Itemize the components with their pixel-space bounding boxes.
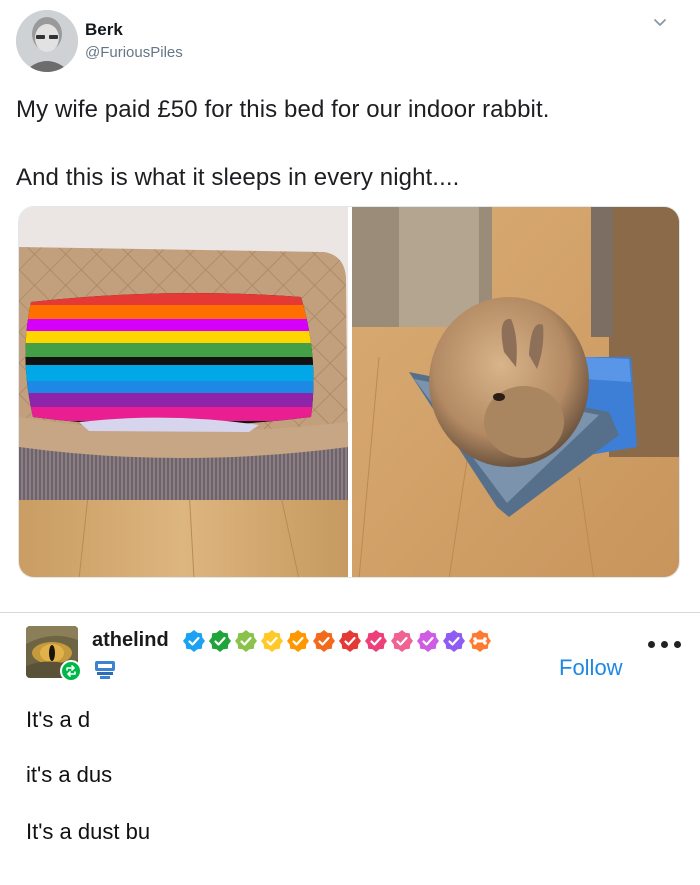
- verified-badge-icon[interactable]: [338, 629, 362, 653]
- verified-badge-icon[interactable]: [390, 629, 414, 653]
- blog-accessory-icon: [95, 661, 115, 679]
- verified-badge-icon[interactable]: [208, 629, 232, 653]
- bone-badge-icon[interactable]: [468, 629, 492, 653]
- rabbit-dustpan-photo: [352, 207, 679, 577]
- tweet-text-line-1: My wife paid £50 for this bed for our in…: [16, 96, 550, 123]
- post-text-line-3: It's a dust bu: [26, 819, 151, 844]
- verified-badge-icon[interactable]: [182, 629, 206, 653]
- tweet-avatar[interactable]: [16, 10, 78, 72]
- verified-badge-icon[interactable]: [260, 629, 284, 653]
- verified-badge-icon[interactable]: [416, 629, 440, 653]
- pet-bed-photo: [19, 207, 348, 577]
- reblog-icon: [60, 660, 82, 682]
- tweet-handle[interactable]: @FuriousPiles: [85, 44, 183, 61]
- tweet-display-name[interactable]: Berk: [85, 20, 123, 40]
- tweet-card: Berk @FuriousPiles My wife paid £50 for …: [0, 0, 700, 612]
- tweet-text-line-2: And this is what it sleeps in every nigh…: [16, 164, 460, 191]
- verified-badge-icon[interactable]: [364, 629, 388, 653]
- section-divider: [0, 612, 700, 613]
- follow-button[interactable]: Follow: [559, 655, 623, 681]
- verified-badge-icon[interactable]: [286, 629, 310, 653]
- verified-badge-icon[interactable]: [442, 629, 466, 653]
- chevron-down-icon[interactable]: [652, 14, 668, 30]
- verified-badge-icon[interactable]: [234, 629, 258, 653]
- more-horizontal-icon[interactable]: [648, 641, 684, 653]
- badge-row: [182, 628, 492, 654]
- post-text-line-1: It's a d: [26, 707, 91, 732]
- post-text-line-2: it's a dus: [26, 762, 113, 787]
- tweet-media[interactable]: [18, 206, 680, 578]
- verified-badge-icon[interactable]: [312, 629, 336, 653]
- reblogger-username[interactable]: athelind: [92, 629, 169, 652]
